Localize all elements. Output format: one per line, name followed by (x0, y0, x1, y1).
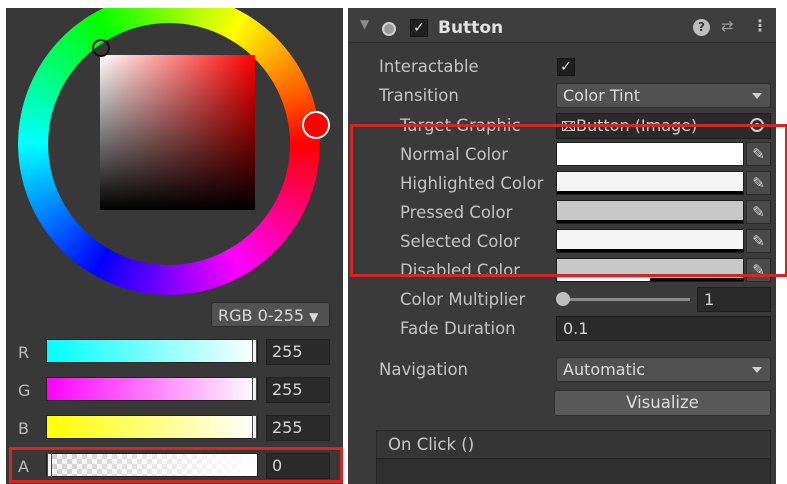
kebab-menu-icon[interactable]: ⋮ (752, 16, 768, 35)
on-click-header: On Click () (377, 431, 770, 459)
component-title: Button (438, 18, 504, 38)
on-click-event-list: On Click () (376, 430, 771, 484)
color-multiplier-field[interactable]: 1 (697, 287, 771, 312)
blue-slider[interactable] (46, 415, 258, 439)
on-click-label: On Click () (388, 435, 475, 454)
disabled-color-alpha-bar (557, 278, 650, 281)
channel-label-g: G (18, 381, 31, 400)
checkmark-icon: ✓ (560, 59, 572, 75)
color-multiplier-label: Color Multiplier (400, 290, 526, 309)
color-mode-label: RGB 0-255 (218, 306, 305, 325)
red-slider-handle[interactable] (252, 339, 257, 363)
dropdown-arrow-icon (752, 367, 762, 373)
component-enabled-checkbox[interactable]: ✓ (410, 19, 428, 37)
blue-value-field[interactable]: 255 (266, 415, 330, 441)
alpha-row-highlight (9, 447, 343, 483)
checkmark-icon: ✓ (413, 20, 425, 36)
navigation-label: Navigation (379, 360, 468, 379)
color-rows-highlight (350, 124, 787, 277)
blue-slider-handle[interactable] (252, 415, 257, 439)
green-slider[interactable] (46, 377, 258, 401)
visualize-button[interactable]: Visualize (554, 390, 771, 416)
channel-label-r: R (18, 343, 30, 362)
component-type-icon (382, 22, 396, 36)
transition-label: Transition (379, 86, 459, 105)
color-multiplier-slider[interactable] (560, 298, 690, 301)
dropdown-arrow-icon (752, 93, 762, 99)
saturation-value-square[interactable] (100, 55, 255, 210)
color-multiplier-handle[interactable] (556, 292, 570, 306)
green-value-field[interactable]: 255 (266, 377, 330, 403)
red-slider[interactable] (46, 339, 258, 363)
hue-handle[interactable] (302, 111, 330, 139)
component-header[interactable]: ▼ ✓ Button ? ⇄ ⋮ (348, 8, 776, 43)
interactable-checkbox[interactable]: ✓ (557, 58, 575, 76)
presets-icon[interactable]: ⇄ (721, 17, 734, 35)
interactable-label: Interactable (379, 57, 479, 76)
red-value-field[interactable]: 255 (266, 339, 330, 365)
saturation-value-handle[interactable] (92, 39, 110, 57)
fold-arrow-icon[interactable]: ▼ (360, 17, 369, 31)
help-icon[interactable]: ? (693, 19, 710, 36)
navigation-dropdown[interactable]: Automatic (556, 357, 771, 382)
transition-dropdown[interactable]: Color Tint (556, 83, 771, 108)
green-slider-handle[interactable] (252, 377, 257, 401)
dropdown-arrow-icon: ▼ (309, 310, 319, 324)
color-picker-panel: RGB 0-255 ▼ R 255 G 255 B 255 A 0 (6, 8, 343, 484)
channel-label-b: B (18, 419, 29, 438)
transition-value: Color Tint (563, 86, 640, 105)
fade-duration-field[interactable]: 0.1 (556, 316, 771, 341)
fade-duration-label: Fade Duration (400, 319, 516, 338)
color-mode-dropdown[interactable]: RGB 0-255 ▼ (211, 302, 330, 327)
navigation-value: Automatic (563, 360, 646, 379)
